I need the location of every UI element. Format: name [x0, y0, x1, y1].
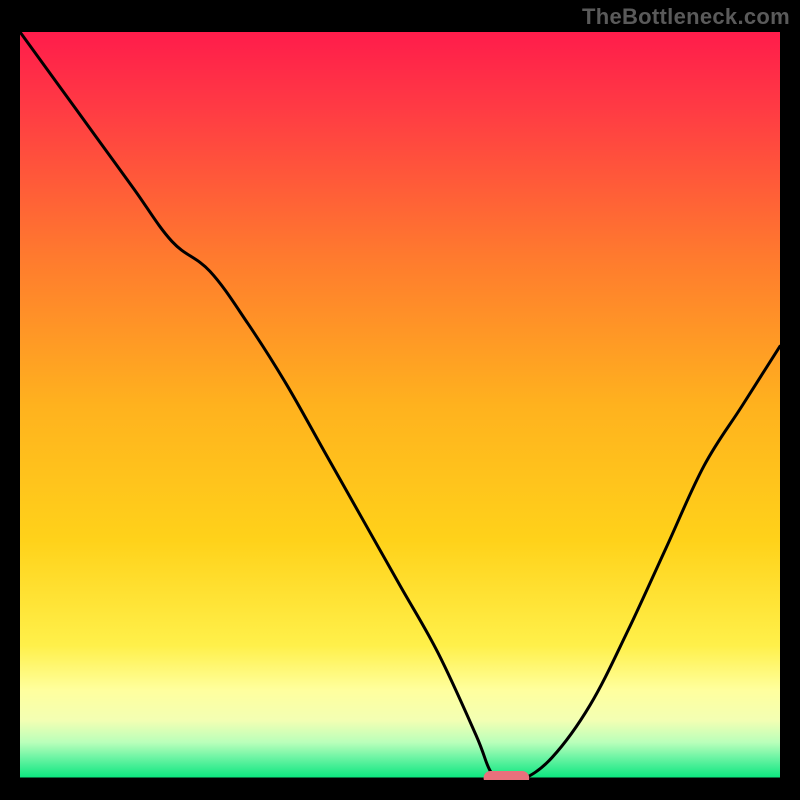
watermark-text: TheBottleneck.com: [582, 4, 790, 30]
chart-svg: [20, 32, 780, 780]
gradient-background: [20, 32, 780, 780]
optimal-marker: [484, 771, 530, 780]
plot-area: [20, 32, 780, 780]
chart-frame: TheBottleneck.com: [0, 0, 800, 800]
